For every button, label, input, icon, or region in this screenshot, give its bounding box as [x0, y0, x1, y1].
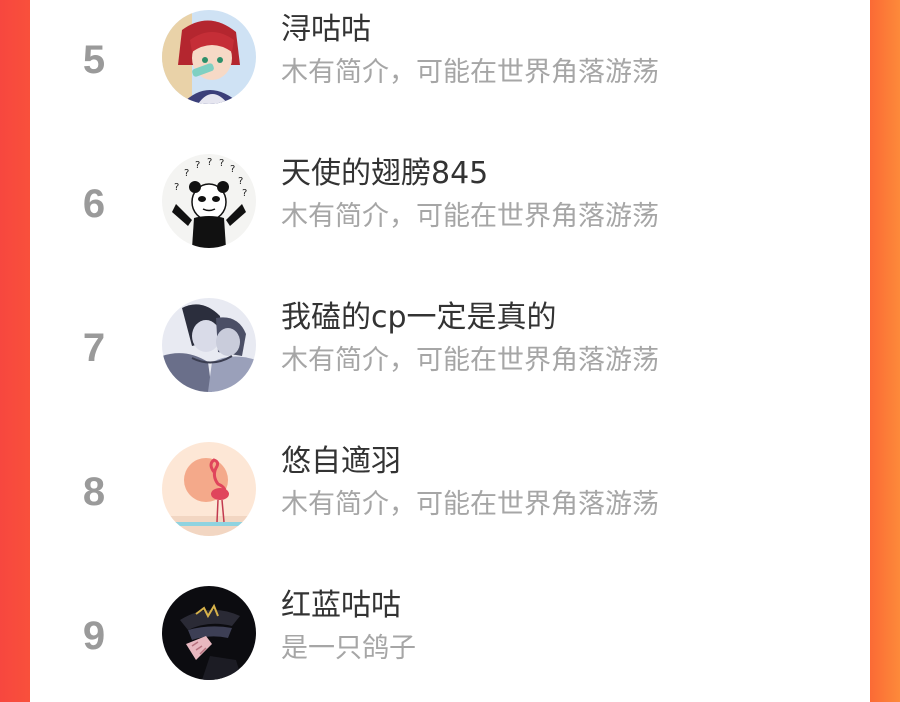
user-name[interactable]: 悠自適羽	[281, 436, 401, 480]
rank-number: 6	[82, 182, 106, 226]
list-item[interactable]: 6 ??? ??? ?? 天使的翅膀845 木有简介，可能在世界角落游荡	[30, 154, 870, 274]
rank-number: 8	[82, 470, 106, 514]
user-name[interactable]: 我磕的cp一定是真的	[281, 292, 557, 336]
user-bio: 木有简介，可能在世界角落游荡	[281, 345, 659, 376]
panda-meme-avatar-icon[interactable]: ??? ??? ??	[162, 154, 256, 248]
user-bio: 木有简介，可能在世界角落游荡	[281, 489, 659, 520]
rank-number: 5	[82, 38, 106, 82]
dark-hat-avatar-icon[interactable]	[162, 586, 256, 680]
svg-text:?: ?	[238, 176, 243, 187]
svg-text:?: ?	[207, 157, 212, 168]
rank-number: 9	[82, 614, 106, 658]
user-bio: 是一只鸽子	[281, 633, 416, 664]
user-name[interactable]: 浔咕咕	[281, 4, 371, 48]
list-item[interactable]: 5 浔咕咕 木有简介，可能在世界角落游荡	[30, 10, 870, 130]
page-background: 5 浔咕咕 木有简介，可能在世界角落游荡 6 ? ? ? ? ? ? ? ? 天…	[0, 0, 900, 702]
svg-text:?: ?	[230, 164, 235, 175]
svg-text:?: ?	[242, 188, 247, 199]
user-bio: 木有简介，可能在世界角落游荡	[281, 57, 659, 88]
anime-boy-avatar-icon[interactable]	[162, 10, 256, 104]
list-item[interactable]: 8 悠自適羽 木有简介，可能在世界角落游荡	[30, 442, 870, 562]
flamingo-sunset-avatar-icon[interactable]	[162, 442, 256, 536]
user-name[interactable]: 红蓝咕咕	[281, 580, 401, 624]
user-bio: 木有简介，可能在世界角落游荡	[281, 201, 659, 232]
svg-text:?: ?	[184, 168, 189, 179]
sketch-couple-avatar-icon[interactable]	[162, 298, 256, 392]
svg-text:?: ?	[219, 158, 224, 169]
list-item[interactable]: 7 我磕的cp一定是真的 木有简介，可能在世界角落游荡	[30, 298, 870, 418]
ranking-list-card: 5 浔咕咕 木有简介，可能在世界角落游荡 6 ? ? ? ? ? ? ? ? 天…	[30, 0, 870, 702]
svg-text:?: ?	[195, 160, 200, 171]
svg-text:?: ?	[174, 182, 179, 193]
user-name[interactable]: 天使的翅膀845	[281, 148, 488, 192]
rank-number: 7	[82, 326, 106, 370]
list-item[interactable]: 9 红蓝咕咕 是一只鸽子	[30, 586, 870, 702]
